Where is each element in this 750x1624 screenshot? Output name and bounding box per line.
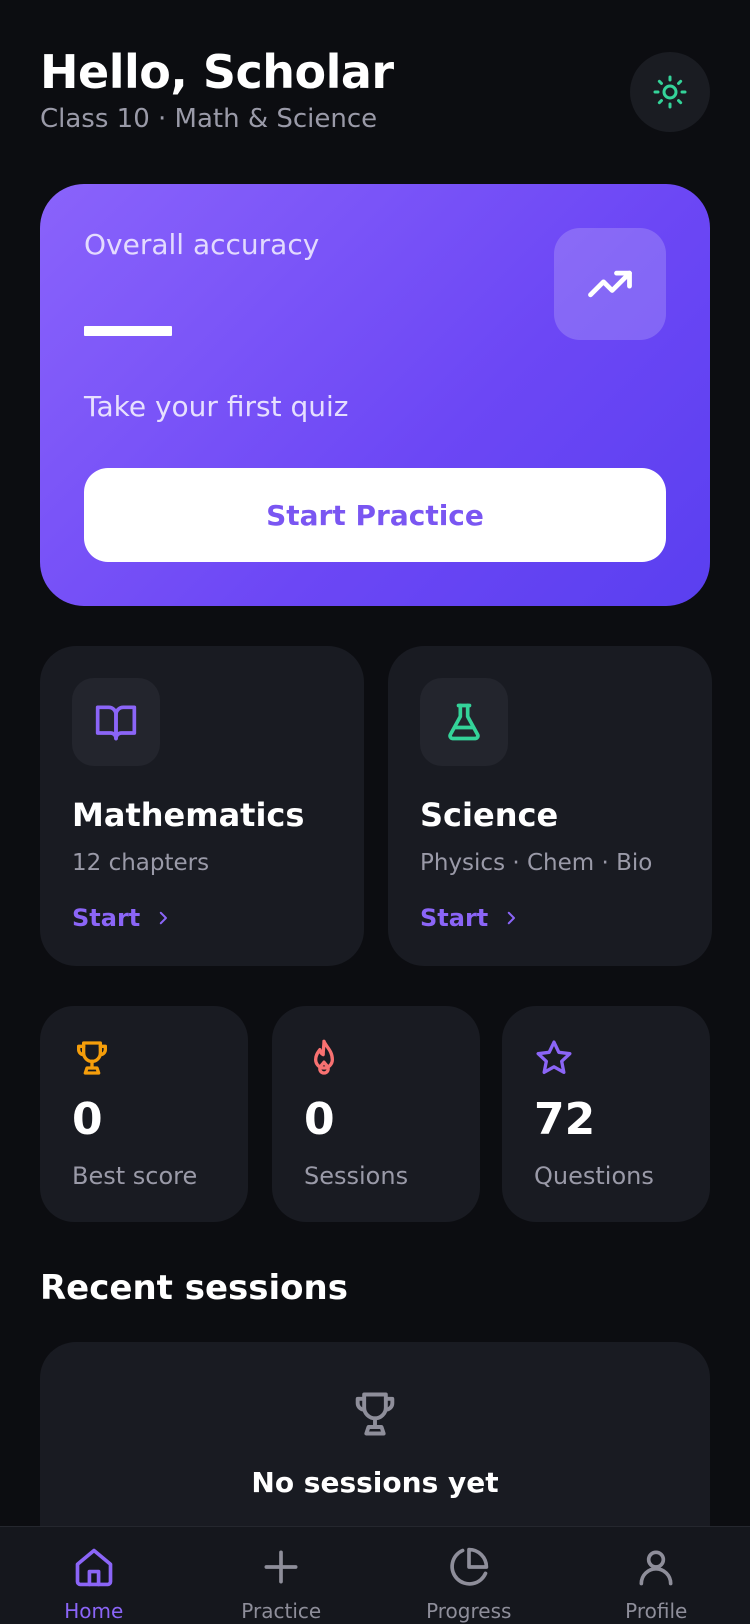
stat-card-questions: 72 Questions xyxy=(502,1006,710,1222)
stat-label: Sessions xyxy=(304,1162,409,1190)
subject-subtitle: Physics · Chem · Bio xyxy=(420,850,653,876)
class-subtitle: Class 10 · Math & Science xyxy=(40,104,378,134)
recent-sessions-title: Recent sessions xyxy=(40,1268,348,1308)
start-mathematics-link[interactable]: Start xyxy=(72,904,172,932)
accuracy-label: Overall accuracy xyxy=(84,228,320,261)
start-link-label: Start xyxy=(420,904,489,932)
theme-toggle-button[interactable] xyxy=(630,52,710,132)
start-practice-button[interactable]: Start Practice xyxy=(84,468,666,562)
nav-label: Profile xyxy=(625,1599,688,1623)
nav-label: Home xyxy=(64,1599,124,1623)
trophy-icon xyxy=(77,1041,108,1075)
bottom-nav: Home Practice Progress Profile xyxy=(0,1526,750,1624)
empty-state-title: No sessions yet xyxy=(251,1466,499,1499)
greeting-title: Hello, Scholar xyxy=(40,45,394,99)
stat-label: Best score xyxy=(72,1162,198,1190)
home-icon xyxy=(75,1548,113,1587)
nav-item-home[interactable]: Home xyxy=(0,1527,188,1624)
start-science-link[interactable]: Start xyxy=(420,904,520,932)
subject-card-science[interactable]: Science Physics · Chem · Bio Start xyxy=(388,646,712,966)
trending-up-icon-badge xyxy=(554,228,666,340)
pie-chart-icon xyxy=(450,1547,488,1586)
trophy-icon xyxy=(355,1392,395,1436)
subject-title: Mathematics xyxy=(72,796,305,834)
flask-icon xyxy=(448,703,480,741)
flame-icon xyxy=(314,1039,334,1075)
home-screen: Hello, Scholar Class 10 · Math & Science… xyxy=(0,0,750,1624)
chevron-right-icon xyxy=(160,911,168,925)
subject-title: Science xyxy=(420,796,559,834)
trending-up-icon xyxy=(588,270,632,298)
nav-item-practice[interactable]: Practice xyxy=(188,1527,376,1624)
stat-value: 72 xyxy=(534,1094,596,1145)
subject-card-mathematics[interactable]: Mathematics 12 chapters Start xyxy=(40,646,364,966)
subject-icon-badge xyxy=(72,678,160,766)
subject-subtitle: 12 chapters xyxy=(72,850,210,876)
nav-item-progress[interactable]: Progress xyxy=(375,1527,563,1624)
plus-icon xyxy=(264,1550,298,1584)
accuracy-value: — xyxy=(84,326,172,336)
accuracy-card: Overall accuracy — Take your first quiz … xyxy=(40,184,710,606)
nav-label: Progress xyxy=(426,1599,512,1623)
sun-icon xyxy=(653,75,687,109)
subject-icon-badge xyxy=(420,678,508,766)
header: Hello, Scholar Class 10 · Math & Science xyxy=(40,44,710,144)
nav-label: Practice xyxy=(241,1599,322,1623)
stat-value: 0 xyxy=(304,1094,335,1145)
star-icon xyxy=(536,1040,572,1075)
book-open-icon xyxy=(95,705,137,741)
stat-card-sessions: 0 Sessions xyxy=(272,1006,480,1222)
user-icon xyxy=(639,1550,673,1586)
stat-label: Questions xyxy=(534,1162,654,1190)
chevron-right-icon xyxy=(508,911,516,925)
stat-value: 0 xyxy=(72,1094,103,1145)
stat-card-best-score: 0 Best score xyxy=(40,1006,248,1222)
accuracy-hint: Take your first quiz xyxy=(84,390,349,423)
nav-item-profile[interactable]: Profile xyxy=(563,1527,750,1624)
start-link-label: Start xyxy=(72,904,141,932)
